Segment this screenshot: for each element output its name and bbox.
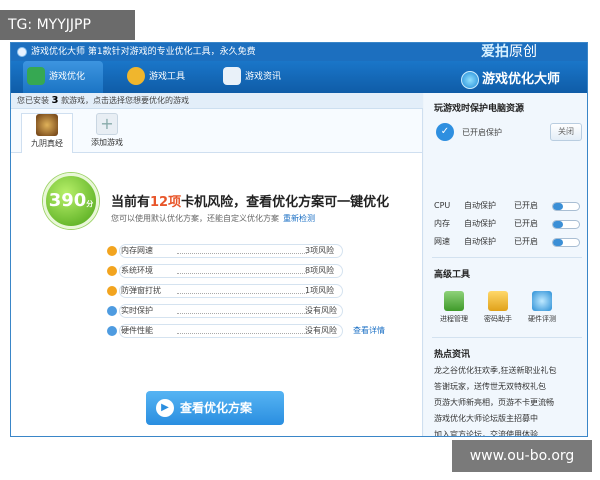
tab-game-jiuyin[interactable]: 九阴真经 bbox=[21, 113, 73, 153]
shield-check-icon: ✓ bbox=[436, 123, 454, 141]
protect-status: 已开启保护 bbox=[462, 128, 502, 137]
news-title: 热点资讯 bbox=[434, 350, 471, 360]
risk-row: 硬件性能 没有风险 查看详情 bbox=[107, 321, 407, 341]
magnifier-icon bbox=[532, 291, 552, 311]
installed-count: 3 bbox=[51, 95, 59, 106]
recheck-link[interactable]: 重新检测 bbox=[283, 214, 315, 223]
score-badge: 390分 bbox=[43, 173, 99, 229]
disable-protection-button[interactable]: 关闭 bbox=[550, 123, 582, 141]
news-icon bbox=[223, 67, 241, 85]
warning-icon bbox=[107, 266, 117, 276]
risk-row: 防弹窗打扰 1项风险 bbox=[107, 281, 407, 301]
process-icon bbox=[444, 291, 464, 311]
watermark-top-left: TG: MYYJJPP bbox=[0, 10, 135, 40]
warning-icon bbox=[107, 286, 117, 296]
risk-row: 实时保护 没有风险 bbox=[107, 301, 407, 321]
sidebar: 玩游戏时保护电脑资源 ✓ 已开启保护 关闭 CPU 自动保护 已开启 内存 自动… bbox=[424, 93, 587, 436]
risk-row: 系统环境 8项风险 bbox=[107, 261, 407, 281]
risk-headline: 当前有12项卡机风险，查看优化方案可一键优化 bbox=[111, 195, 390, 210]
nav-tab-optimize[interactable]: 游戏优化 bbox=[23, 61, 103, 93]
plus-icon: + bbox=[96, 113, 118, 135]
resource-row-cpu: CPU 自动保护 已开启 bbox=[434, 199, 584, 213]
main-panel: 九阴真经 + 添加游戏 390分 当前有12项卡机风险，查看优化方案可一键优化 … bbox=[11, 109, 423, 436]
warning-icon bbox=[107, 246, 117, 256]
game-icon bbox=[36, 114, 58, 136]
game-tabs: 九阴真经 + 添加游戏 bbox=[11, 109, 422, 153]
tool-password-helper[interactable]: 密码助手 bbox=[478, 291, 518, 324]
news-item[interactable]: 答谢玩家，送传世无双特权礼包 bbox=[434, 381, 546, 392]
check-icon bbox=[107, 306, 117, 316]
gamepad-icon bbox=[27, 67, 45, 85]
risk-row: 内存网速 3项风险 bbox=[107, 241, 407, 261]
check-icon bbox=[107, 326, 117, 336]
view-details-link[interactable]: 查看详情 bbox=[353, 321, 385, 341]
product-logo: 游戏优化大师 bbox=[461, 68, 560, 89]
news-item[interactable]: 加入官方论坛，交流使用体验 bbox=[434, 429, 538, 436]
protect-title: 玩游戏时保护电脑资源 bbox=[434, 104, 525, 114]
installed-info-bar: 您已安装 3 款游戏，点击选择您想要优化的游戏 bbox=[11, 93, 423, 109]
logo-icon bbox=[461, 70, 479, 89]
watermark-bottom-right: www.ou-bo.org bbox=[452, 440, 592, 472]
resource-row-network: 网速 自动保护 已开启 bbox=[434, 235, 584, 249]
resource-row-memory: 内存 自动保护 已开启 bbox=[434, 217, 584, 231]
tools-title: 高级工具 bbox=[434, 270, 471, 280]
news-item[interactable]: 页游大师新亮相，页游不卡更流畅 bbox=[434, 397, 554, 408]
news-item[interactable]: 龙之谷优化狂欢季,狂送新职业礼包 bbox=[434, 365, 557, 376]
nav-tab-news[interactable]: 游戏资讯 bbox=[219, 61, 299, 93]
title-bar: 游戏优化大师 第1款针对游戏的专业优化工具，永久免费 爱拍原创 bbox=[11, 43, 587, 61]
tab-add-game[interactable]: + 添加游戏 bbox=[81, 113, 133, 153]
nav-bar: 游戏优化 游戏工具 游戏资讯 游戏优化大师 bbox=[11, 61, 587, 93]
tool-process-manager[interactable]: 进程管理 bbox=[434, 291, 474, 324]
risk-list: 内存网速 3项风险 系统环境 8项风险 防弹窗打扰 1项风险 实时保护 没有风险… bbox=[107, 241, 407, 341]
nav-tab-tools[interactable]: 游戏工具 bbox=[123, 61, 203, 93]
app-icon bbox=[17, 46, 27, 57]
toolbox-icon bbox=[127, 67, 145, 85]
title-text: 游戏优化大师 第1款针对游戏的专业优化工具，永久免费 bbox=[31, 47, 256, 57]
view-optimization-plan-button[interactable]: ▶ 查看优化方案 bbox=[146, 391, 284, 425]
arrow-icon: ▶ bbox=[156, 399, 174, 417]
toggle-switch[interactable] bbox=[552, 220, 580, 229]
tool-hardware-test[interactable]: 硬件评测 bbox=[522, 291, 562, 324]
key-icon bbox=[488, 291, 508, 311]
toggle-switch[interactable] bbox=[552, 238, 580, 247]
toggle-switch[interactable] bbox=[552, 202, 580, 211]
brand-logo: 爱拍原创 bbox=[481, 44, 537, 60]
risk-subline: 您可以使用默认优化方案，还能自定义优化方案 重新检测 bbox=[111, 214, 315, 223]
news-item[interactable]: 游戏优化大师论坛版主招募中 bbox=[434, 413, 538, 424]
app-window: 游戏优化大师 第1款针对游戏的专业优化工具，永久免费 爱拍原创 游戏优化 游戏工… bbox=[10, 42, 588, 437]
